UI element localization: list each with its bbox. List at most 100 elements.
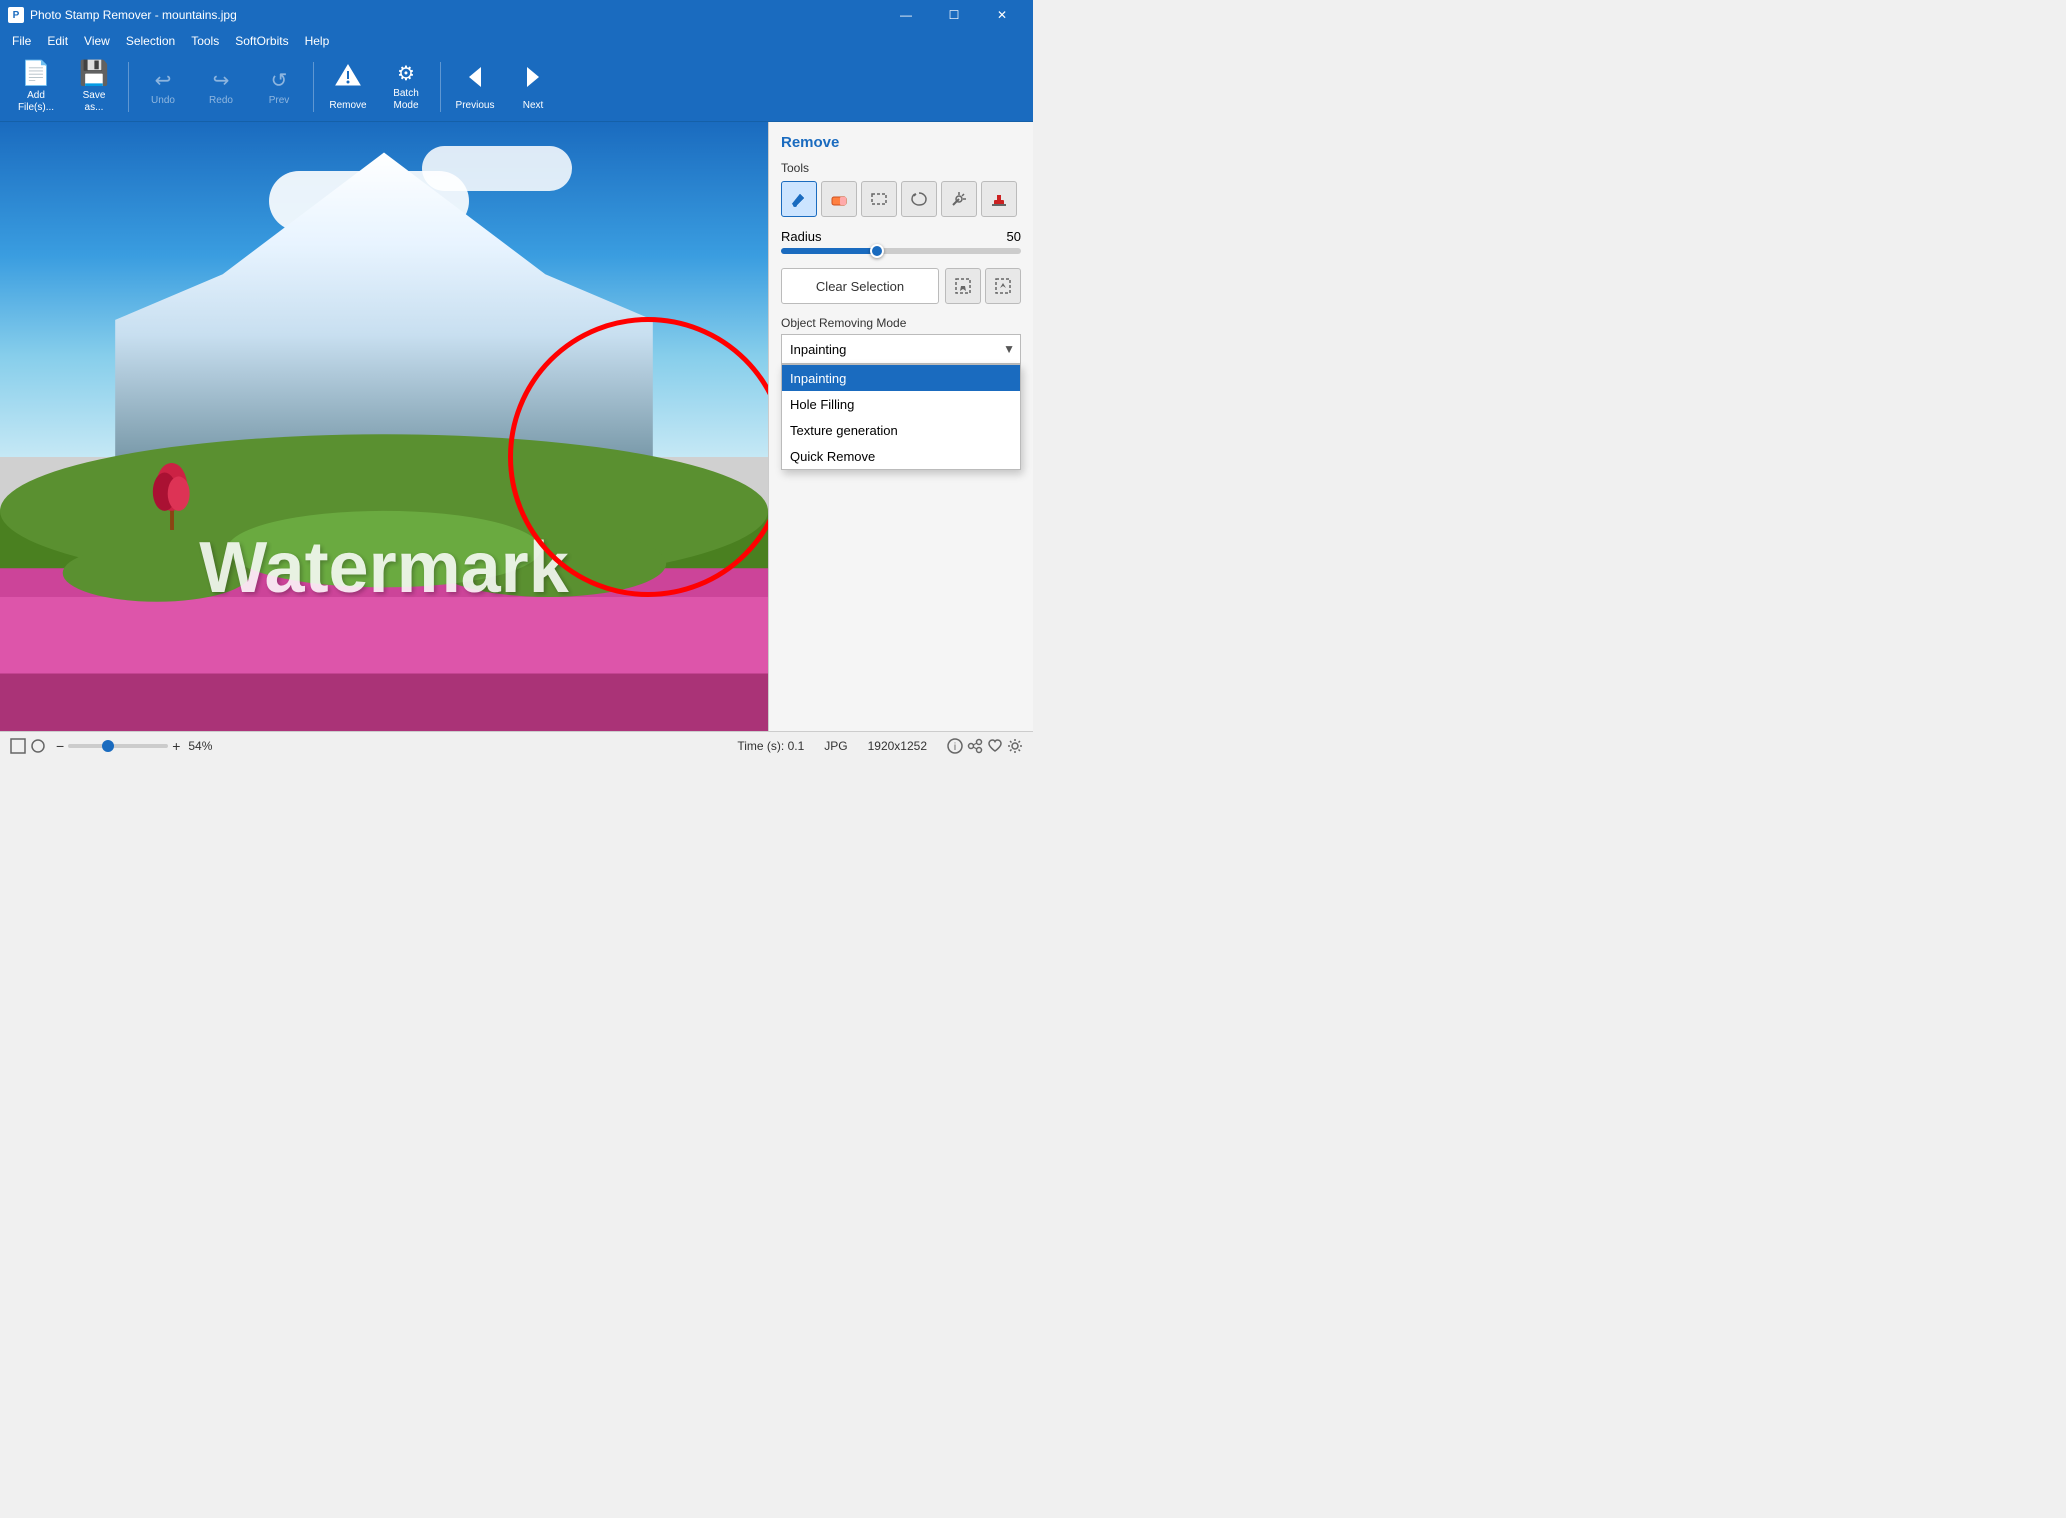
save-as-label: Saveas... (83, 90, 106, 114)
redo-icon: ↪ (213, 68, 230, 93)
toolbar-separator2 (313, 62, 314, 112)
toolbar: 📄 AddFile(s)... 💾 Saveas... ↩ Undo ↪ Red… (0, 52, 1033, 122)
resolution-label: 1920x1252 (868, 739, 927, 753)
object-removing-mode-label: Object Removing Mode (781, 316, 1021, 330)
slider-fill (781, 248, 877, 254)
toolbar-separator3 (440, 62, 441, 112)
tool-lasso[interactable] (901, 181, 937, 217)
batch-icon: ⚙ (397, 61, 415, 86)
radius-value: 50 (1007, 229, 1021, 244)
zoom-value: 54% (188, 739, 212, 753)
tool-eraser[interactable] (821, 181, 857, 217)
zoom-thumb (102, 740, 114, 752)
close-button[interactable]: ✕ (979, 0, 1025, 30)
zoom-controls: − + 54% (56, 738, 212, 754)
next-icon (519, 63, 547, 98)
share-icon[interactable] (967, 738, 983, 754)
save-selection-button[interactable] (945, 268, 981, 304)
radius-row: Radius 50 (781, 229, 1021, 244)
slider-thumb (870, 244, 884, 258)
dropdown-option-quick-remove[interactable]: Quick Remove (782, 443, 1020, 469)
action-row: Clear Selection (781, 268, 1021, 304)
undo-label: Undo (151, 95, 175, 106)
tools-label: Tools (781, 161, 1021, 175)
menubar: File Edit View Selection Tools SoftOrbit… (0, 30, 1033, 52)
heart-icon[interactable] (987, 738, 1003, 754)
tool-rect-select[interactable] (861, 181, 897, 217)
menu-selection[interactable]: Selection (118, 32, 183, 50)
toolbar-separator (128, 62, 129, 112)
status-icon2 (30, 738, 46, 754)
menu-tools[interactable]: Tools (183, 32, 227, 50)
zoom-minus[interactable]: − (56, 738, 64, 754)
app-icon: P (8, 7, 24, 23)
object-removing-dropdown-container: Inpainting ▼ Inpainting Hole Filling Tex… (781, 334, 1021, 364)
history-label: Prev (269, 95, 290, 106)
cloud2 (422, 146, 572, 191)
format-label: JPG (824, 739, 847, 753)
previous-label: Previous (456, 100, 495, 111)
statusbar: − + 54% Time (s): 0.1 JPG 1920x1252 i (0, 731, 1033, 759)
panel-title: Remove (781, 134, 1021, 151)
next-label: Next (523, 100, 544, 111)
menu-file[interactable]: File (4, 32, 39, 50)
time-label: Time (s): 0.1 (737, 739, 804, 753)
remove-icon (334, 63, 362, 98)
radius-slider[interactable] (781, 248, 1021, 254)
radius-slider-container[interactable] (781, 248, 1021, 254)
add-files-icon: 📄 (21, 59, 51, 88)
image-canvas: Watermark (0, 122, 768, 731)
dropdown-option-hole-filling[interactable]: Hole Filling (782, 391, 1020, 417)
dropdown-options-list: Inpainting Hole Filling Texture generati… (781, 364, 1021, 470)
batch-mode-button[interactable]: ⚙ BatchMode (378, 57, 434, 117)
zoom-plus[interactable]: + (172, 738, 180, 754)
maximize-button[interactable]: ☐ (931, 0, 977, 30)
selection-icon-buttons (945, 268, 1021, 304)
dropdown-option-inpainting[interactable]: Inpainting (782, 365, 1020, 391)
batch-label: BatchMode (393, 88, 419, 112)
canvas-area[interactable]: Watermark (0, 122, 768, 731)
save-as-button[interactable]: 💾 Saveas... (66, 57, 122, 117)
menu-help[interactable]: Help (297, 32, 338, 50)
save-as-icon: 💾 (79, 59, 109, 88)
window-controls: — ☐ ✕ (883, 0, 1025, 30)
undo-icon: ↩ (155, 68, 172, 93)
undo-button[interactable]: ↩ Undo (135, 57, 191, 117)
menu-view[interactable]: View (76, 32, 118, 50)
radius-label: Radius (781, 229, 821, 244)
info-icon[interactable]: i (947, 738, 963, 754)
status-right-icons: i (947, 738, 1023, 754)
redo-button[interactable]: ↪ Redo (193, 57, 249, 117)
clear-selection-button[interactable]: Clear Selection (781, 268, 939, 304)
dropdown-option-texture-generation[interactable]: Texture generation (782, 417, 1020, 443)
previous-button[interactable]: Previous (447, 57, 503, 117)
next-button[interactable]: Next (505, 57, 561, 117)
svg-text:i: i (954, 742, 956, 753)
object-removing-dropdown[interactable]: Inpainting (781, 334, 1021, 364)
status-right: Time (s): 0.1 JPG 1920x1252 i (737, 738, 1023, 754)
status-left-icons (10, 738, 46, 754)
status-icon1 (10, 738, 26, 754)
remove-label: Remove (329, 100, 366, 111)
tools-row (781, 181, 1021, 217)
main-area: Watermark Remove Tools (0, 122, 1033, 731)
redo-label: Redo (209, 95, 233, 106)
previous-icon (461, 63, 489, 98)
tool-magic-wand[interactable] (941, 181, 977, 217)
window-title: Photo Stamp Remover - mountains.jpg (30, 8, 883, 22)
dropdown-selected-value: Inpainting (790, 342, 846, 357)
tool-stamp[interactable] (981, 181, 1017, 217)
menu-edit[interactable]: Edit (39, 32, 76, 50)
tool-brush[interactable] (781, 181, 817, 217)
zoom-slider[interactable] (68, 744, 168, 748)
settings-icon[interactable] (1007, 738, 1023, 754)
menu-softorbits[interactable]: SoftOrbits (227, 32, 296, 50)
add-files-button[interactable]: 📄 AddFile(s)... (8, 57, 64, 117)
load-selection-button[interactable] (985, 268, 1021, 304)
minimize-button[interactable]: — (883, 0, 929, 30)
remove-button[interactable]: Remove (320, 57, 376, 117)
add-files-label: AddFile(s)... (18, 90, 54, 114)
history-button[interactable]: ↺ Prev (251, 57, 307, 117)
watermark-text: Watermark (199, 527, 569, 609)
history-icon: ↺ (271, 68, 288, 93)
